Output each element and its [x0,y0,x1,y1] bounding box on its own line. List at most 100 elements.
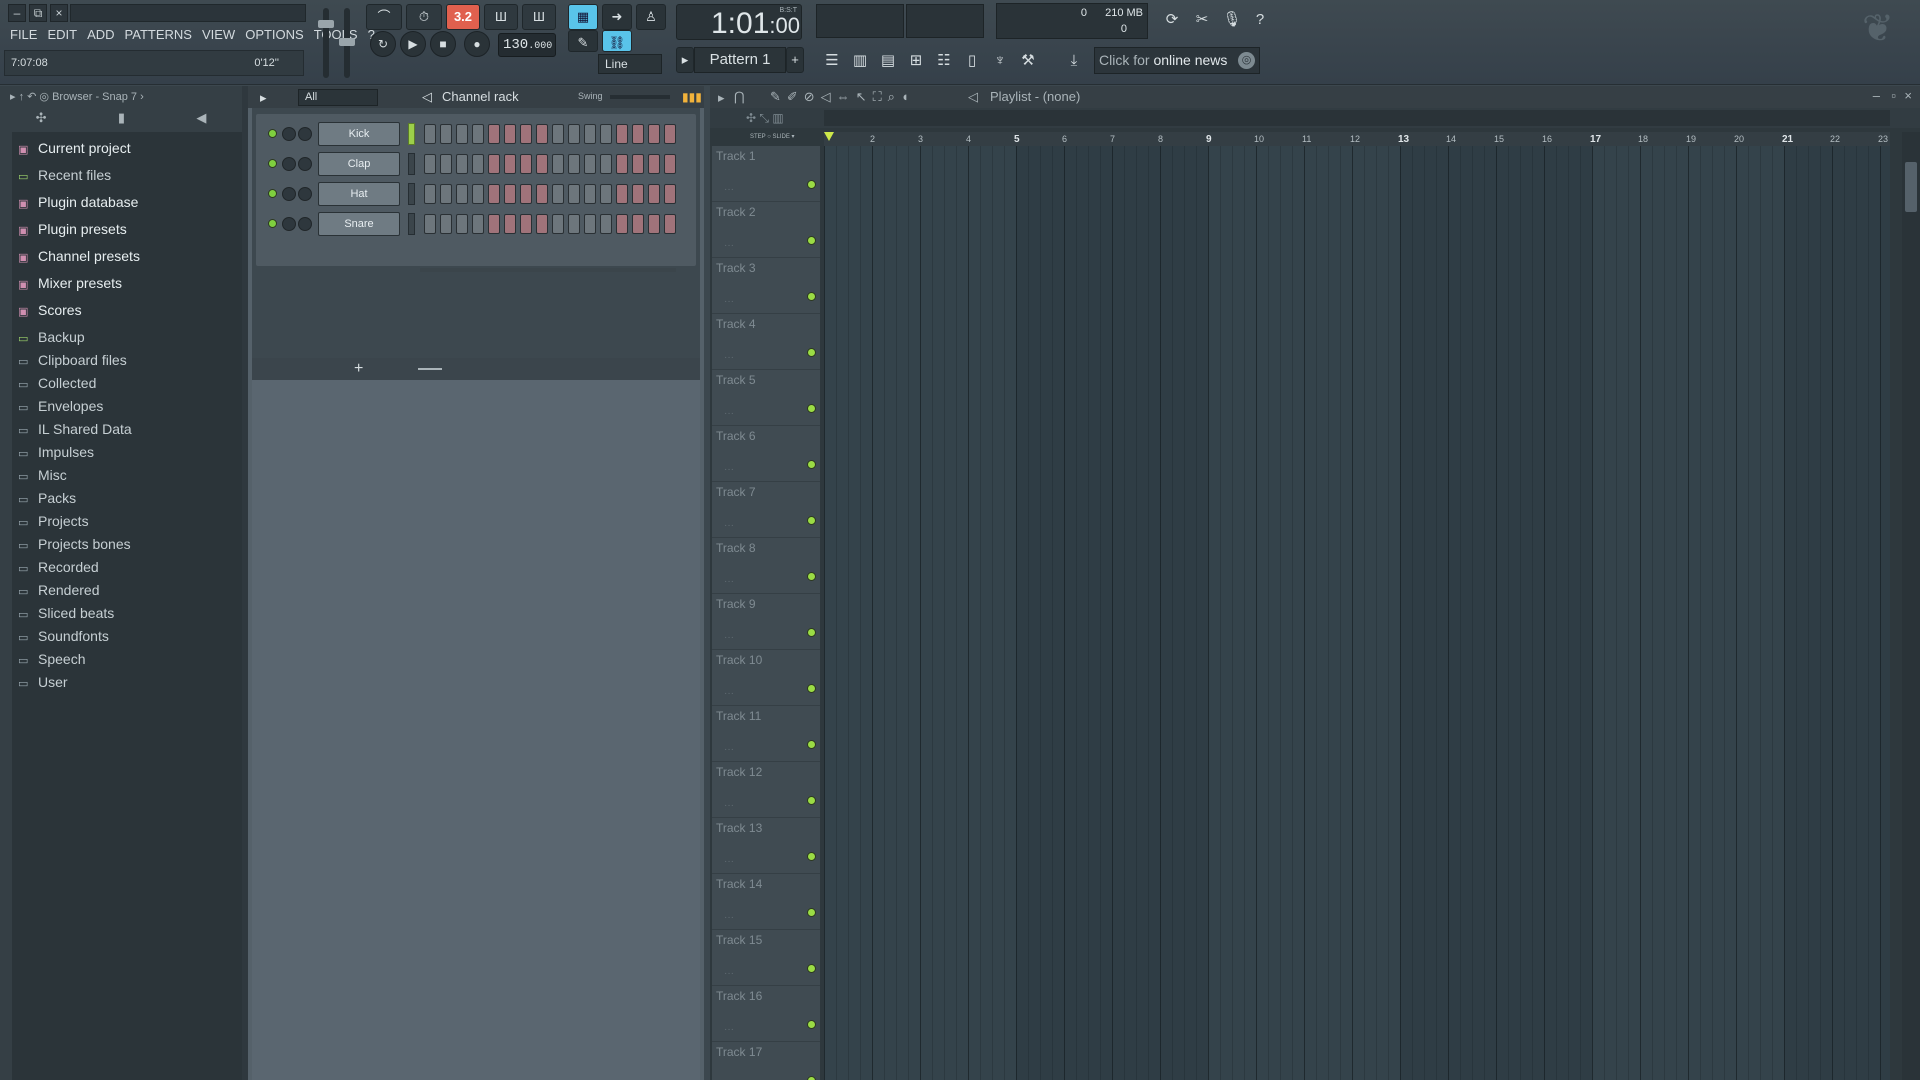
browser-item[interactable]: ▭Recent files [18,167,111,183]
browser-item[interactable]: ▭Rendered [18,582,100,598]
browser-item[interactable]: ▭Impulses [18,444,94,460]
track-mute-led[interactable] [807,404,816,413]
menu-patterns[interactable]: PATTERNS [125,27,192,42]
browser-item[interactable]: ▭User [18,674,68,690]
cpu-icon[interactable]: ⟳ [1160,8,1184,32]
step-button[interactable] [504,154,516,174]
channel-mute-led[interactable] [268,159,277,168]
step-button[interactable] [552,154,564,174]
browser-item[interactable]: ▭Clipboard files [18,352,127,368]
browser-item[interactable]: ▭Projects [18,513,89,529]
channel-name-button[interactable]: Clap [318,152,400,176]
channel-volume-knob[interactable] [298,217,312,231]
stop-button[interactable]: ■ [430,31,456,57]
pat-song-counter[interactable]: 3.2 [446,4,480,30]
pattern-prev-icon[interactable]: ▸ [676,47,694,73]
track-header[interactable]: Track 1··· [712,146,820,202]
channel-mute-led[interactable] [268,129,277,138]
track-header[interactable]: Track 7··· [712,482,820,538]
step-button[interactable] [536,124,548,144]
browser-speaker-icon[interactable]: ◀ [196,110,206,126]
step-button[interactable] [504,124,516,144]
channel-rack-icon[interactable]: ▤ [876,49,900,73]
step-button[interactable] [600,214,612,234]
track-header[interactable]: Track 17··· [712,1042,820,1080]
mixer-icon[interactable]: ☷ [932,49,956,73]
step-button[interactable] [424,214,436,234]
add-channel-button[interactable]: + [354,360,363,378]
step-button[interactable] [664,214,676,234]
track-mute-led[interactable] [807,292,816,301]
track-mute-led[interactable] [807,348,816,357]
step-button[interactable] [424,154,436,174]
menu-add[interactable]: ADD [87,27,114,42]
step-button[interactable] [536,184,548,204]
channel-select-indicator[interactable] [408,153,415,175]
browser-item[interactable]: ▣Plugin database [18,194,138,210]
step-button[interactable] [536,214,548,234]
step-button[interactable] [616,124,628,144]
track-mute-led[interactable] [807,1020,816,1029]
arrow-icon[interactable]: ➜ [602,4,632,30]
step-button[interactable] [648,214,660,234]
track-header[interactable]: Track 12··· [712,762,820,818]
loop-record-icon[interactable]: ↻ [370,31,396,57]
browser-item[interactable]: ▭Recorded [18,559,99,575]
playlist-zoom-icons[interactable]: ✣ ⤡ ▥ [746,111,784,126]
play-button[interactable]: ▶ [400,31,426,57]
step-button[interactable] [424,184,436,204]
master-volume-slider[interactable] [323,8,329,78]
menu-view[interactable]: VIEW [202,27,235,42]
browser-file-icon[interactable]: ▮ [118,110,125,126]
track-header[interactable]: Track 16··· [712,986,820,1042]
playlist-scroll-thumb[interactable] [1905,162,1917,212]
menu-file[interactable]: FILE [10,27,37,42]
step-button[interactable] [632,124,644,144]
track-mute-led[interactable] [807,628,816,637]
playlist-time-ruler[interactable]: 234567891011121314151617181920212223 [824,132,1890,146]
track-mute-led[interactable] [807,852,816,861]
playlist-close-icon[interactable]: × [1904,88,1912,103]
step-button[interactable] [664,154,676,174]
step-button[interactable] [520,124,532,144]
step-button[interactable] [552,124,564,144]
step-button[interactable] [568,154,580,174]
browser-item[interactable]: ▭Misc [18,467,67,483]
track-header[interactable]: Track 11··· [712,706,820,762]
playlist-tools-icon[interactable]: ✎✐⊘◁⇔↖⛶⌕◖ [770,89,915,105]
track-header[interactable]: Track 6··· [712,426,820,482]
step-button[interactable] [552,214,564,234]
browser-item[interactable]: ▣Mixer presets [18,275,122,291]
step-button[interactable] [504,214,516,234]
master-pitch-slider[interactable] [344,8,350,78]
metronome-button[interactable]: ⌒ [366,4,402,30]
download-icon[interactable]: ⤓ [1062,49,1086,73]
step-button[interactable] [600,184,612,204]
step-button[interactable] [440,124,452,144]
step-button[interactable] [456,154,468,174]
track-header[interactable]: Track 8··· [712,538,820,594]
step-button[interactable] [520,184,532,204]
step-button[interactable] [632,214,644,234]
track-header[interactable]: Track 4··· [712,314,820,370]
step-button[interactable] [440,214,452,234]
scissors-icon[interactable]: ✂ [1190,8,1214,32]
step-button[interactable] [440,184,452,204]
step-button[interactable] [568,124,580,144]
track-mute-led[interactable] [807,908,816,917]
swing-slider[interactable] [610,95,670,99]
playlist-horizontal-scrollbar[interactable] [824,110,1890,126]
magnet-icon[interactable]: ⋂ [734,89,745,105]
playlist-vertical-scrollbar[interactable] [1902,132,1920,1080]
snap-selector[interactable]: Line [598,54,662,74]
step-button[interactable] [616,214,628,234]
step-button[interactable] [600,124,612,144]
channel-name-button[interactable]: Snare [318,212,400,236]
step-button[interactable] [616,184,628,204]
step-button[interactable] [520,214,532,234]
step-button[interactable] [584,154,596,174]
channel-pan-knob[interactable] [282,217,296,231]
step-button[interactable] [584,214,596,234]
microphone-icon[interactable]: 🎙 [1220,8,1244,32]
playlist-maximize-icon[interactable]: ▫ [1891,88,1896,103]
